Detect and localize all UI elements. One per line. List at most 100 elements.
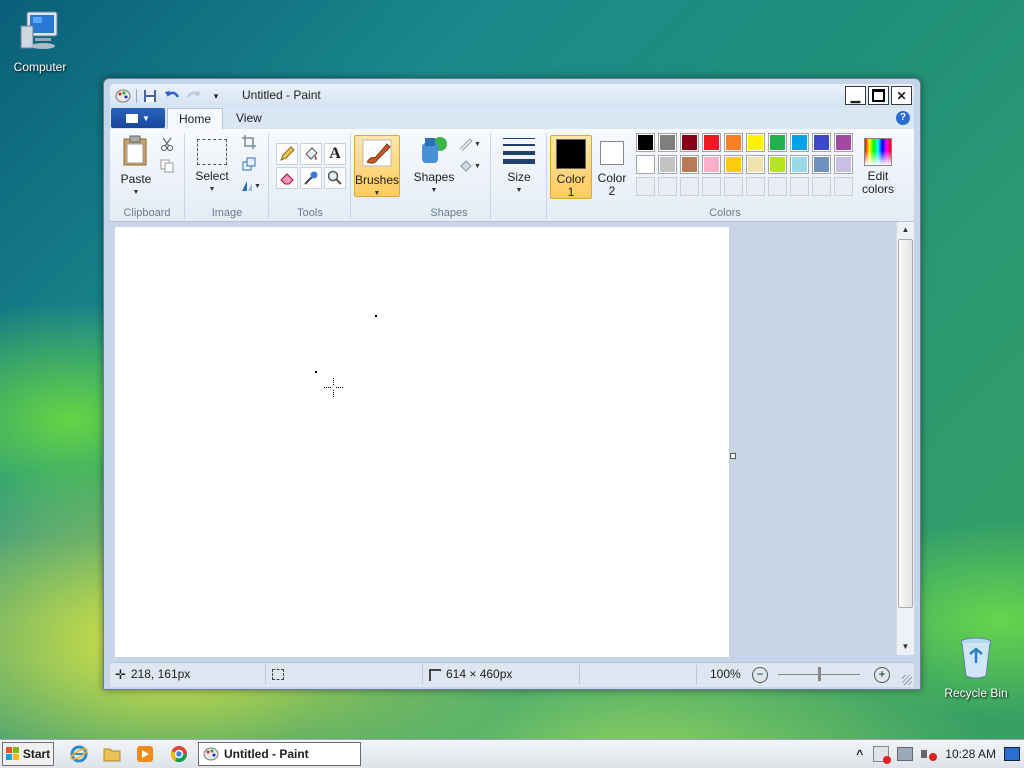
chrome-icon[interactable] [170, 745, 188, 763]
color-swatch[interactable] [746, 155, 765, 174]
selection-size [267, 665, 423, 684]
chevron-down-icon: ▼ [474, 140, 481, 148]
maximize-button[interactable] [868, 86, 889, 105]
color-swatch[interactable] [768, 155, 787, 174]
security-alert-icon[interactable] [873, 746, 892, 764]
color-swatch[interactable] [834, 133, 853, 152]
color-swatch[interactable] [790, 155, 809, 174]
clock[interactable]: 10:28 AM [945, 747, 996, 761]
tab-home[interactable]: Home [167, 108, 224, 130]
resize-grip-icon[interactable] [902, 675, 912, 685]
help-icon[interactable]: ? [896, 111, 910, 125]
image-group-label: Image [211, 207, 243, 219]
custom-color-slot[interactable] [790, 177, 809, 196]
color-swatch[interactable] [724, 155, 743, 174]
color-swatch[interactable] [746, 133, 765, 152]
brush-icon [355, 138, 399, 171]
custom-color-slot[interactable] [658, 177, 677, 196]
scroll-up-icon[interactable]: ▲ [897, 222, 914, 238]
color-swatch[interactable] [768, 133, 787, 152]
redo-icon[interactable] [185, 87, 203, 105]
color-swatch[interactable] [790, 133, 809, 152]
scroll-down-icon[interactable]: ▼ [897, 639, 914, 655]
zoom-in-icon[interactable]: + [874, 667, 890, 683]
undo-icon[interactable] [163, 87, 181, 105]
vertical-scrollbar[interactable]: ▲ ▼ [896, 222, 914, 655]
brushes-button[interactable]: Brushes ▼ [354, 135, 400, 197]
custom-color-slot[interactable] [702, 177, 721, 196]
text-tool[interactable]: A [324, 143, 346, 165]
color-swatch[interactable] [636, 155, 655, 174]
desktop-icon-recycle-bin[interactable]: Recycle Bin [936, 636, 1016, 700]
close-button[interactable]: ✕ [891, 86, 912, 105]
canvas-area [110, 222, 898, 657]
canvas-size-text: 614 × 460px [446, 667, 513, 681]
volume-muted-icon[interactable] [921, 747, 938, 761]
media-player-icon[interactable] [136, 745, 154, 763]
color2-button[interactable]: Color 2 [592, 135, 632, 198]
paste-icon [114, 135, 158, 170]
color-swatch[interactable] [812, 133, 831, 152]
size-button[interactable]: Size ▼ [497, 135, 541, 197]
internet-explorer-icon[interactable] [70, 745, 88, 763]
edit-colors-label-2: colors [861, 182, 894, 196]
taskbar-item-paint[interactable]: Untitled - Paint [198, 742, 361, 766]
color-swatch[interactable] [658, 155, 677, 174]
edit-colors-icon [864, 138, 892, 166]
custom-color-slot[interactable] [724, 177, 743, 196]
eraser-tool[interactable] [276, 167, 298, 189]
network-icon[interactable] [897, 747, 914, 761]
magnifier-tool[interactable] [324, 167, 346, 189]
desktop-icon-computer[interactable]: Computer [0, 8, 80, 74]
color-swatch[interactable] [658, 133, 677, 152]
custom-color-slot[interactable] [680, 177, 699, 196]
show-hidden-icons-icon[interactable]: ^ [856, 747, 863, 761]
fill-button[interactable]: ▼ [458, 159, 481, 173]
file-size [581, 665, 697, 684]
color-swatch[interactable] [702, 155, 721, 174]
color-swatch[interactable] [636, 133, 655, 152]
paint-app-icon[interactable] [114, 87, 132, 105]
custom-color-slot[interactable] [768, 177, 787, 196]
customize-qat-icon[interactable]: ▾ [207, 87, 225, 105]
custom-color-slot[interactable] [636, 177, 655, 196]
crosshair-cursor-icon [324, 378, 343, 397]
paint-menu-button[interactable]: ▼ [111, 108, 165, 128]
color-swatch[interactable] [724, 133, 743, 152]
zoom-slider-thumb[interactable] [818, 667, 821, 681]
copy-icon[interactable] [160, 159, 174, 176]
zoom-out-icon[interactable]: − [752, 667, 768, 683]
save-icon[interactable] [141, 87, 159, 105]
color-swatch[interactable] [680, 155, 699, 174]
crop-icon[interactable] [242, 135, 256, 152]
scroll-thumb[interactable] [898, 239, 913, 608]
color-swatch[interactable] [680, 133, 699, 152]
rotate-button[interactable]: ▼ [240, 179, 261, 193]
custom-color-slot[interactable] [834, 177, 853, 196]
show-desktop-icon[interactable] [1004, 747, 1020, 761]
custom-color-slot[interactable] [812, 177, 831, 196]
canvas-resize-handle[interactable] [730, 453, 736, 459]
fill-tool[interactable] [300, 143, 322, 165]
edit-colors-button[interactable]: Edit colors [856, 135, 900, 196]
color1-button[interactable]: Color 1 [550, 135, 592, 199]
cut-icon[interactable] [160, 137, 174, 154]
title-bar[interactable]: ▾ Untitled - Paint ▁ ✕ [110, 84, 914, 108]
drawing-canvas[interactable] [115, 227, 729, 657]
paste-button[interactable]: Paste ▼ [114, 135, 158, 199]
start-button[interactable]: Start [2, 742, 54, 766]
color-swatch[interactable] [702, 133, 721, 152]
tab-view[interactable]: View [225, 108, 273, 129]
select-button[interactable]: Select ▼ [190, 135, 234, 196]
file-explorer-icon[interactable] [103, 745, 121, 763]
outline-button[interactable]: ▼ [458, 137, 481, 151]
resize-icon[interactable] [242, 157, 256, 174]
pencil-tool[interactable] [276, 143, 298, 165]
color-swatch[interactable] [834, 155, 853, 174]
shapes-button[interactable]: Shapes ▼ [412, 135, 456, 197]
eraser-icon [280, 173, 294, 185]
custom-color-slot[interactable] [746, 177, 765, 196]
minimize-button[interactable]: ▁ [845, 86, 866, 105]
color-picker-tool[interactable] [300, 167, 322, 189]
color-swatch[interactable] [812, 155, 831, 174]
